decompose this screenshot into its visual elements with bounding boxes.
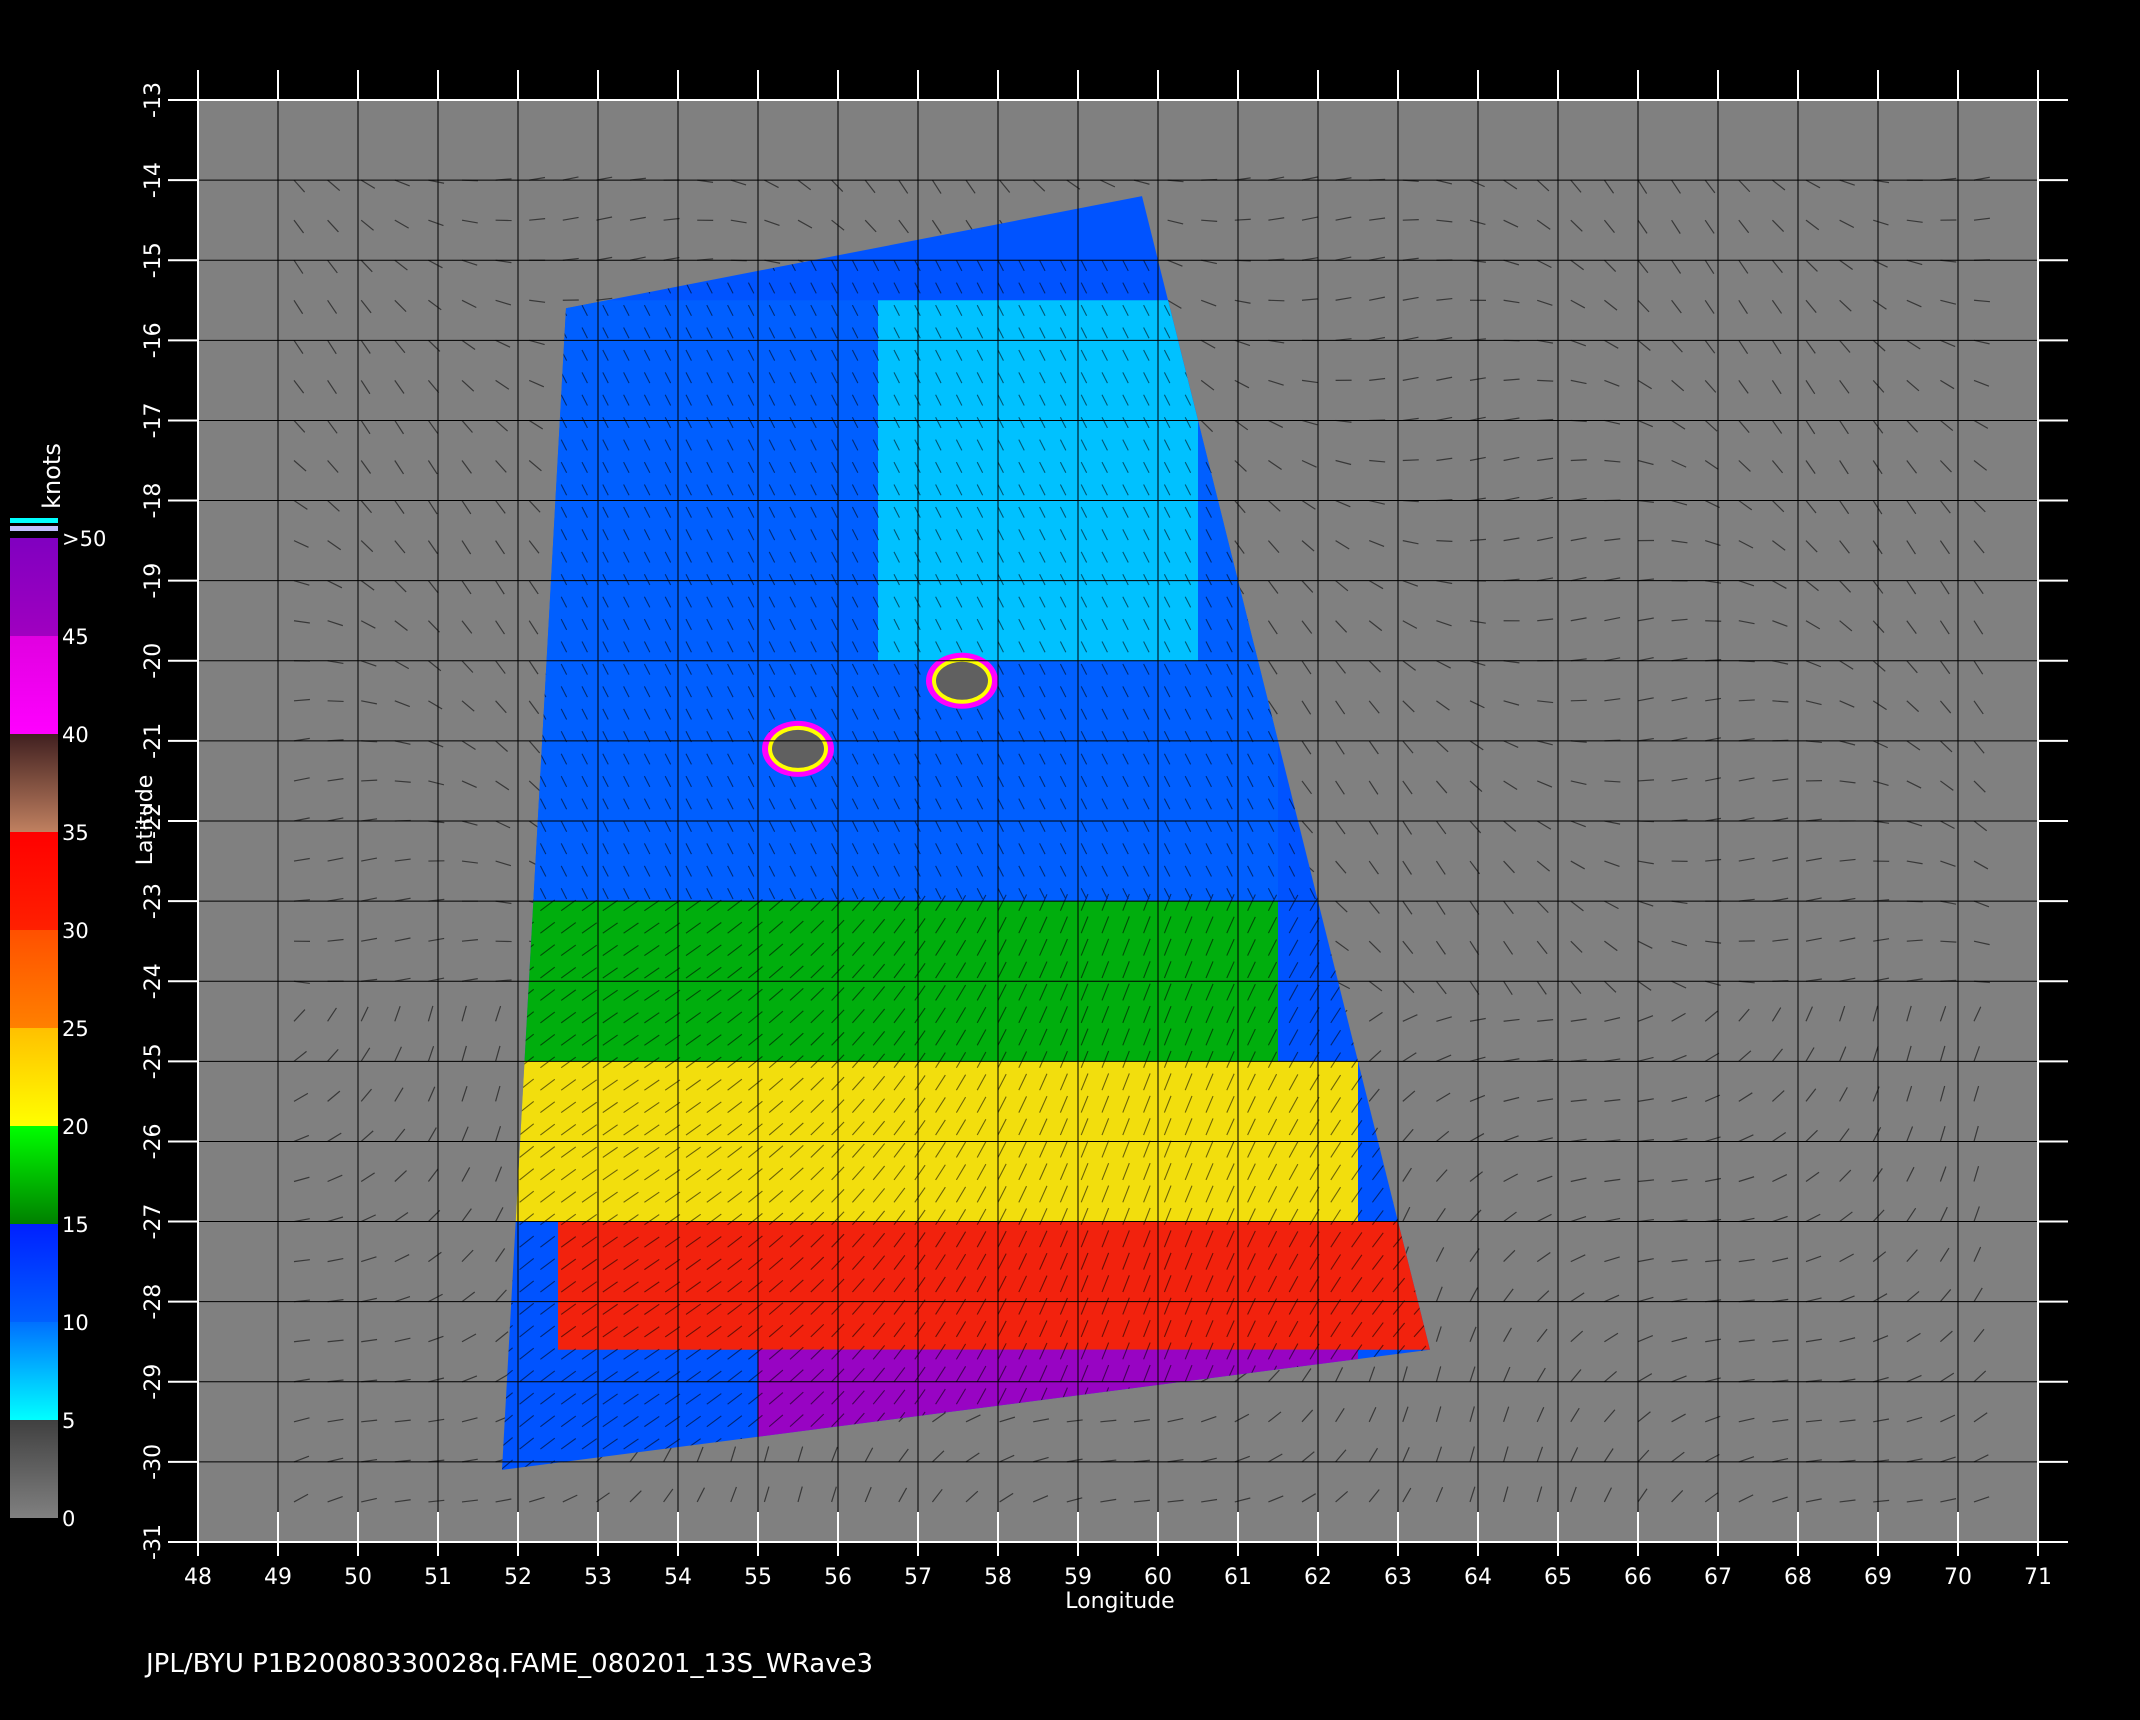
y-tick-label: -15: [141, 242, 166, 278]
figure: 48 49 50 51 52 53 54 55 56 57 58 59 60 61 62 63 64 65 66 67…: [0, 0, 2140, 1720]
x-tick-label: 61: [1224, 1565, 1252, 1590]
y-tick-label: -24: [141, 963, 166, 999]
x-tick-label: 52: [504, 1565, 532, 1590]
colorbar-tick-label: 5: [62, 1409, 75, 1433]
x-tick-label: 68: [1784, 1565, 1812, 1590]
x-tick-label: 66: [1624, 1565, 1652, 1590]
colorbar-tick-label: 0: [62, 1507, 75, 1531]
y-tick-label: -19: [141, 563, 166, 599]
y-tick-label: -23: [141, 883, 166, 919]
colorbar-segment: [10, 1420, 58, 1518]
x-tick-label: 63: [1384, 1565, 1412, 1590]
x-tick-label: 50: [344, 1565, 372, 1590]
colorbar-segment: [10, 1028, 58, 1126]
colorbar-tick-label: 10: [62, 1311, 89, 1335]
colorbar-tick-label: 45: [62, 625, 89, 649]
colorbar-segment: [10, 1126, 58, 1224]
x-tick-label: 49: [264, 1565, 292, 1590]
y-tick-label: -31: [141, 1524, 166, 1560]
colorbar-tick-label: >50: [62, 527, 106, 551]
x-tick-label: 64: [1464, 1565, 1492, 1590]
y-tick-label: -16: [141, 322, 166, 358]
x-tick-label: 57: [904, 1565, 932, 1590]
y-tick-label: -18: [141, 483, 166, 519]
x-tick-label: 62: [1304, 1565, 1332, 1590]
wind-chart: 48 49 50 51 52 53 54 55 56 57 58 59 60 61 62 63 64 65 66 67…: [10, 70, 2068, 1679]
y-tick-label: -17: [141, 402, 166, 438]
y-tick-label: -30: [141, 1444, 166, 1480]
colorbar-segment: [10, 636, 58, 734]
x-tick-label: 71: [2024, 1565, 2052, 1590]
y-tick-label: -21: [141, 723, 166, 759]
footer-caption: JPL/BYU P1B20080330028q.FAME_080201_13S_…: [144, 1649, 873, 1679]
colorbar-label: knots: [38, 443, 66, 509]
y-axis-label: Latitude: [133, 775, 158, 866]
colorbar-segment: [10, 734, 58, 832]
colorbar-tick-label: 40: [62, 723, 89, 747]
x-tick-label: 69: [1864, 1565, 1892, 1590]
colorbar-segment: [10, 832, 58, 930]
colorbar-cap: [10, 526, 58, 531]
y-tick-label: -13: [141, 82, 166, 118]
y-tick-label: -20: [141, 643, 166, 679]
colorbar-segment: [10, 1322, 58, 1420]
x-tick-label: 65: [1544, 1565, 1572, 1590]
island-marker: [762, 720, 834, 777]
x-tick-label: 55: [744, 1565, 772, 1590]
x-tick-label: 48: [184, 1565, 212, 1590]
y-tick-label: -25: [141, 1043, 166, 1079]
y-tick-label: -28: [141, 1284, 166, 1320]
x-tick-label: 53: [584, 1565, 612, 1590]
y-tick-label: -27: [141, 1204, 166, 1240]
x-axis-label: Longitude: [1065, 1589, 1174, 1614]
colorbar-segment: [10, 930, 58, 1028]
colorbar-tick-label: 20: [62, 1115, 89, 1139]
y-tick-label: -29: [141, 1364, 166, 1400]
x-tick-label: 60: [1144, 1565, 1172, 1590]
y-tick-label: -26: [141, 1123, 166, 1159]
colorbar-segment: [10, 538, 58, 636]
x-tick-label: 67: [1704, 1565, 1732, 1590]
x-tick-label: 56: [824, 1565, 852, 1590]
colorbar-segment: [10, 1224, 58, 1322]
x-tick-label: 59: [1064, 1565, 1092, 1590]
x-tick-label: 54: [664, 1565, 692, 1590]
colorbar-tick-label: 35: [62, 821, 89, 845]
x-tick-label: 58: [984, 1565, 1012, 1590]
plot-area: [198, 100, 2038, 1542]
wind-region: [878, 300, 1198, 661]
x-tick-label: 51: [424, 1565, 452, 1590]
colorbar-tick-label: 30: [62, 919, 89, 943]
colorbar-tick-label: 25: [62, 1017, 89, 1041]
colorbar: 0 5 10 15 20 25 30 35 40 45 >50: [10, 518, 106, 1531]
x-tick-label: 70: [1944, 1565, 1972, 1590]
y-tick-label: -14: [141, 162, 166, 198]
colorbar-cap: [10, 518, 58, 523]
colorbar-tick-label: 15: [62, 1213, 89, 1237]
